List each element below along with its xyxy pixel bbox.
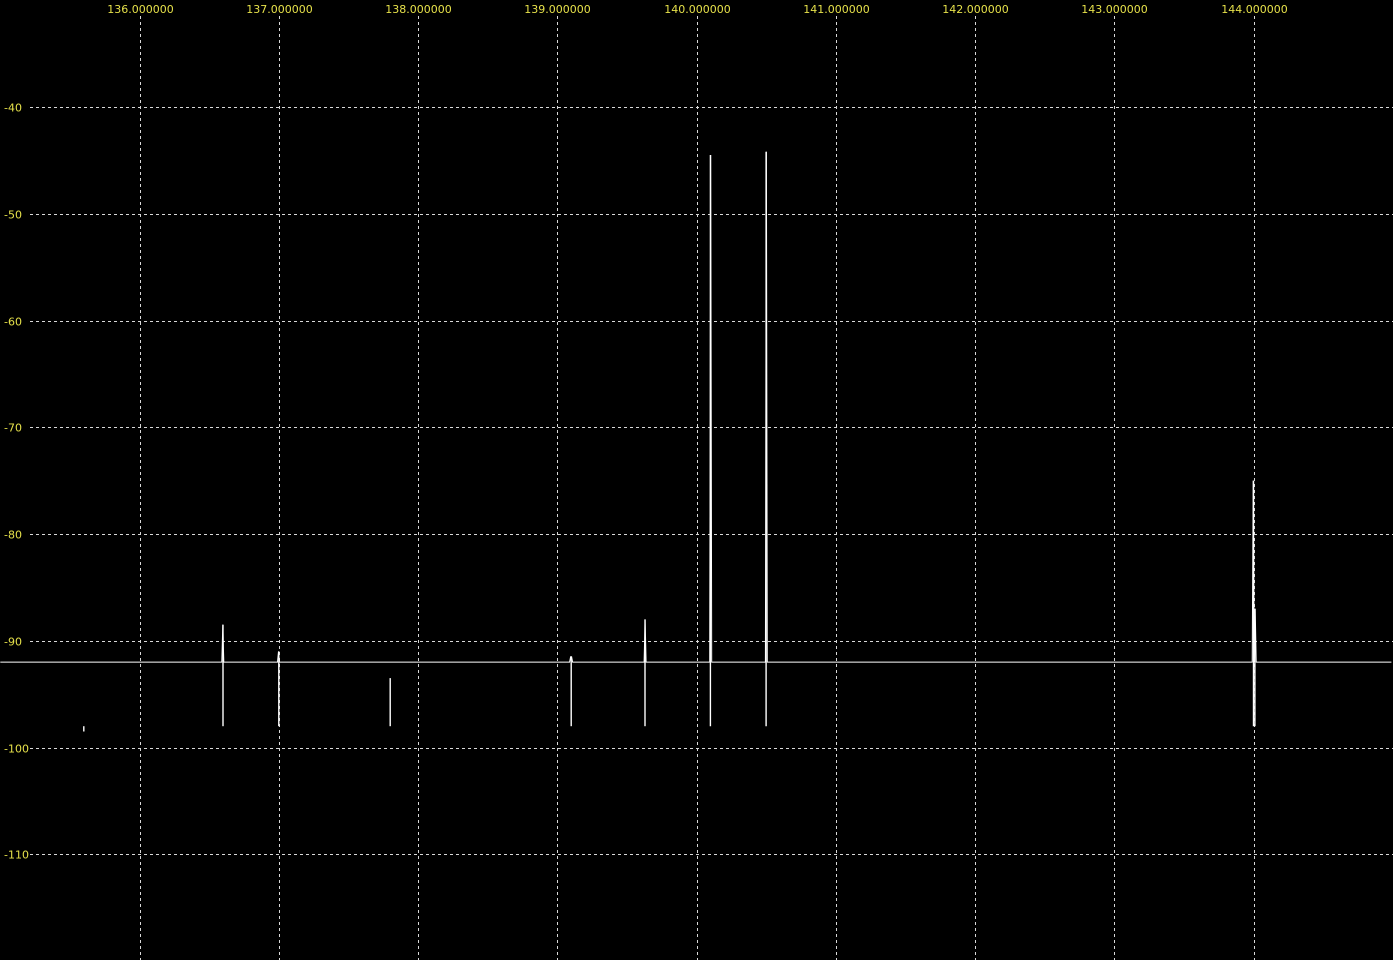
y-tick-label: -60 <box>4 316 22 329</box>
y-tick-label: -100 <box>4 743 29 756</box>
y-tick-label: -110 <box>4 849 29 862</box>
x-tick-label: 138.000000 <box>385 3 451 16</box>
y-tick-label: -80 <box>4 529 22 542</box>
x-tick-label: 143.000000 <box>1081 3 1147 16</box>
y-tick-label: -50 <box>4 209 22 222</box>
x-tick-label: 141.000000 <box>803 3 869 16</box>
plot-background <box>0 0 1393 960</box>
x-tick-label: 140.000000 <box>664 3 730 16</box>
x-tick-label: 142.000000 <box>942 3 1008 16</box>
x-tick-label: 137.000000 <box>246 3 312 16</box>
x-tick-label: 139.000000 <box>524 3 590 16</box>
x-tick-label: 136.000000 <box>107 3 173 16</box>
y-tick-label: -90 <box>4 636 22 649</box>
x-tick-label: 144.000000 <box>1221 3 1287 16</box>
y-tick-label: -40 <box>4 102 22 115</box>
x-axis-ticks: 136.000000 137.000000 138.000000 139.000000… <box>107 3 1287 16</box>
spectrum-plot: 136.000000 137.000000 138.000000 139.000000… <box>0 0 1393 960</box>
y-tick-label: -70 <box>4 422 22 435</box>
